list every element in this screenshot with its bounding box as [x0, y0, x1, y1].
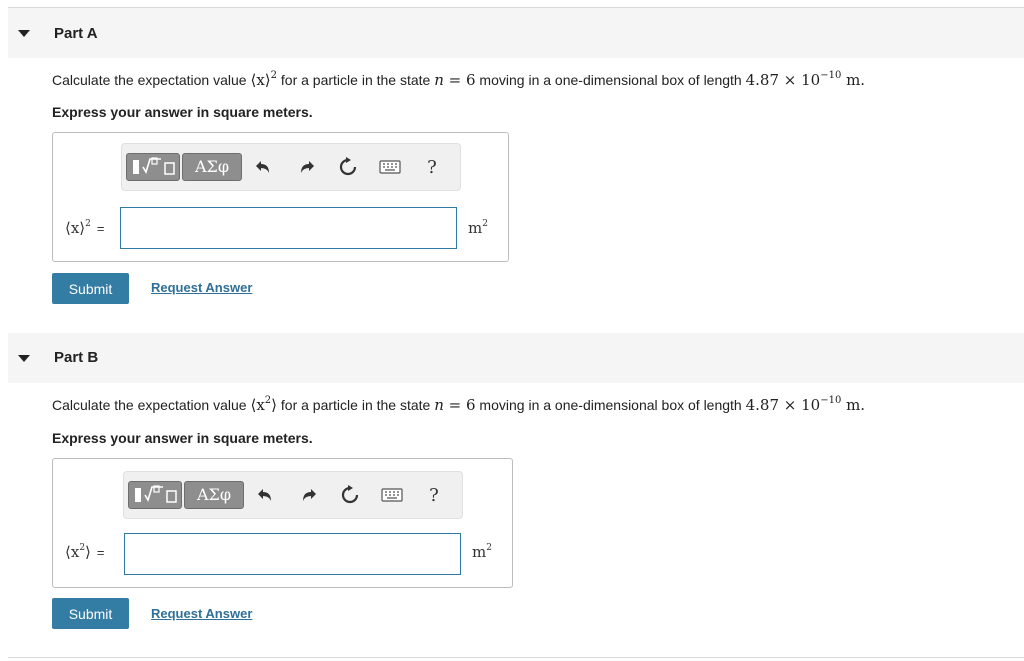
reset-icon[interactable]	[338, 483, 362, 507]
expectation-expression: ⟨x⟩2	[250, 71, 277, 90]
answer-label-base: ⟨x	[65, 543, 80, 561]
length-unit: m.	[841, 396, 866, 414]
equals-sign: =	[96, 221, 105, 236]
part-b-answer-box: ΑΣφ ? ⟨x 2 ⟩ = m2	[52, 458, 513, 588]
templates-button[interactable]	[128, 481, 182, 509]
submit-button[interactable]: Submit	[52, 598, 129, 629]
help-icon[interactable]: ?	[422, 483, 446, 507]
length-value: 4.87 × 10	[745, 71, 821, 89]
expr-base: ⟨x⟩	[250, 71, 271, 89]
length-exp: −10	[820, 395, 842, 406]
redo-icon[interactable]	[294, 155, 318, 179]
bottom-divider	[8, 657, 1024, 658]
length-expression: 4.87 × 10−10 m.	[745, 70, 866, 90]
state-var: n	[434, 71, 444, 89]
part-b-question: Calculate the expectation value ⟨x2⟩ for…	[52, 395, 866, 415]
length-exp: −10	[820, 70, 842, 81]
templates-button[interactable]	[126, 153, 180, 181]
length-value: 4.87 × 10	[745, 396, 821, 414]
state-eq: = 6	[443, 396, 476, 414]
question-text: Calculate the expectation value	[52, 72, 251, 88]
undo-icon[interactable]	[254, 483, 278, 507]
part-b-instruction: Express your answer in square meters.	[52, 430, 313, 446]
part-a-answer-box: ΑΣφ ? ⟨x⟩2 = m2	[52, 132, 509, 262]
question-text: Calculate the expectation value	[52, 397, 251, 413]
unit-base: m	[472, 543, 487, 561]
templates-icon	[133, 157, 175, 175]
greek-symbols-button[interactable]: ΑΣφ	[182, 153, 242, 181]
length-expression: 4.87 × 10−10 m.	[745, 395, 866, 415]
unit-label: m2	[468, 219, 488, 237]
part-a-title: Part A	[54, 25, 98, 42]
part-b-header[interactable]	[8, 333, 1024, 383]
collapse-caret-icon[interactable]	[18, 30, 30, 37]
answer-input[interactable]	[124, 533, 461, 575]
answer-label-sup: 2	[85, 219, 91, 229]
state-var: n	[434, 396, 444, 414]
keyboard-icon[interactable]	[380, 483, 404, 507]
reset-icon[interactable]	[336, 155, 360, 179]
unit-sup: 2	[486, 543, 492, 553]
question-text: moving in a one-dimensional box of lengt…	[475, 72, 746, 88]
redo-icon[interactable]	[296, 483, 320, 507]
unit-label: m2	[472, 543, 492, 561]
math-toolbar: ΑΣφ ?	[121, 143, 461, 191]
answer-label-close: ⟩	[85, 543, 91, 561]
expectation-expression: ⟨x2⟩	[250, 396, 277, 415]
request-answer-link[interactable]: Request Answer	[151, 280, 252, 295]
answer-label: ⟨x⟩2 =	[65, 219, 105, 237]
part-a-header[interactable]	[8, 8, 1024, 58]
request-answer-link[interactable]: Request Answer	[151, 606, 252, 621]
keyboard-icon[interactable]	[378, 155, 402, 179]
question-text: for a particle in the state	[277, 397, 435, 413]
part-a-instruction: Express your answer in square meters.	[52, 104, 313, 120]
length-unit: m.	[841, 71, 866, 89]
question-text: moving in a one-dimensional box of lengt…	[475, 397, 746, 413]
expr-base: ⟨x	[250, 396, 265, 414]
state-expression: n = 6	[434, 71, 475, 89]
part-b-title: Part B	[54, 349, 99, 366]
state-eq: = 6	[443, 71, 476, 89]
unit-base: m	[468, 219, 483, 237]
math-toolbar: ΑΣφ ?	[123, 471, 463, 519]
answer-label: ⟨x2⟩ =	[65, 543, 105, 561]
question-text: for a particle in the state	[277, 72, 435, 88]
state-expression: n = 6	[434, 396, 475, 414]
greek-symbols-button[interactable]: ΑΣφ	[184, 481, 244, 509]
equals-sign: =	[96, 545, 105, 560]
submit-button[interactable]: Submit	[52, 273, 129, 304]
collapse-caret-icon[interactable]	[18, 355, 30, 362]
answer-input[interactable]	[120, 207, 457, 249]
help-icon[interactable]: ?	[420, 155, 444, 179]
undo-icon[interactable]	[252, 155, 276, 179]
unit-sup: 2	[482, 219, 488, 229]
templates-icon	[135, 485, 177, 503]
answer-label-base: ⟨x⟩	[65, 219, 86, 237]
part-a-question: Calculate the expectation value ⟨x⟩2 for…	[52, 70, 866, 90]
